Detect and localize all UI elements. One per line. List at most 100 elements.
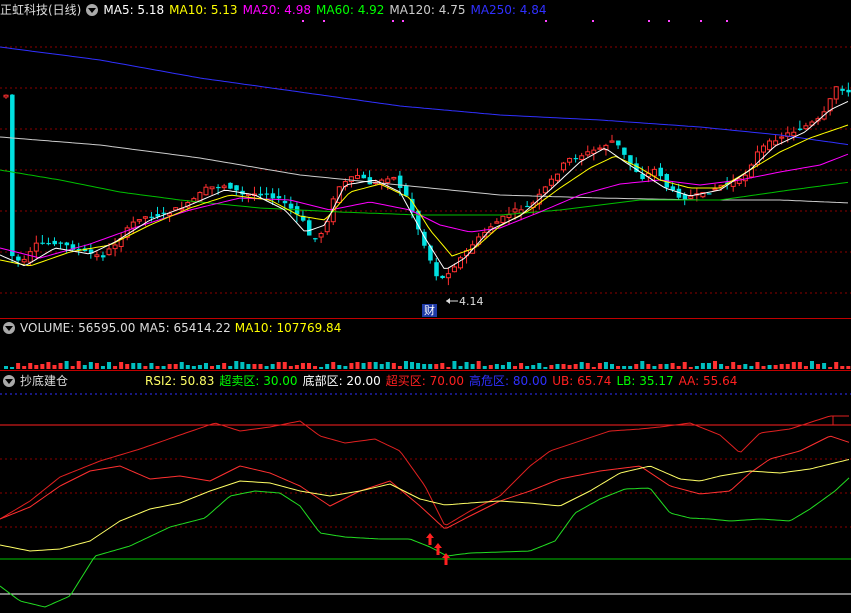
volume-bar-38: [234, 361, 239, 369]
volume-bar-99: [603, 362, 608, 369]
indicator-chart[interactable]: [0, 391, 851, 613]
volume-bar-120: [731, 362, 736, 369]
candle-body-50: [307, 220, 312, 236]
volume-bar-77: [470, 364, 475, 369]
indicator-legend-item-3: 超买区: 70.00: [385, 374, 464, 388]
volume-bar-55: [337, 365, 342, 369]
candle-body-35: [216, 186, 221, 189]
panel-separator: [0, 370, 851, 371]
volume-bar-111: [676, 366, 681, 369]
volume-bar-41: [252, 364, 257, 369]
volume-bar-48: [294, 365, 299, 369]
signal-mark-3: [402, 20, 404, 22]
candle-body-125: [761, 145, 766, 153]
volume-bar-31: [191, 366, 196, 369]
candle-body-21: [130, 221, 136, 229]
main-header: 正虹科技(日线) MA5: 5.18 MA10: 5.13 MA20: 4.98 MA6…: [0, 1, 851, 19]
candle-body-84: [512, 208, 518, 213]
ma-legend-item-5: MA250: 4.84: [470, 3, 547, 17]
event-badge[interactable]: 财: [422, 304, 437, 317]
volume-bar-72: [440, 363, 445, 369]
candles: [3, 82, 851, 286]
volume-bar-22: [137, 363, 142, 369]
volume-bar-106: [646, 364, 651, 369]
ma60-line: [0, 169, 849, 216]
volume-bar-103: [628, 366, 633, 369]
volume-bar-56: [343, 366, 348, 369]
candle-body-85: [518, 209, 524, 214]
indicator-legend-item-6: LB: 35.17: [616, 374, 674, 388]
volume-bar-88: [537, 363, 542, 369]
volume-bar-42: [258, 364, 263, 369]
candle-body-44: [270, 193, 276, 199]
candle-body-2: [16, 256, 21, 261]
volume-bar-35: [216, 365, 221, 369]
volume-bar-62: [379, 364, 384, 369]
volume-bar-1: [10, 367, 15, 369]
volume-bar-65: [397, 366, 402, 369]
volume-bar-8: [52, 365, 57, 369]
volume-bar-80: [488, 365, 493, 369]
volume-bar-134: [816, 364, 821, 369]
volume-bar-32: [197, 365, 202, 369]
volume-chart[interactable]: [0, 338, 851, 370]
candle-body-128: [779, 136, 785, 139]
volume-bar-15: [94, 363, 99, 369]
candle-body-139: [846, 89, 851, 93]
volume-bar-5: [34, 365, 39, 369]
volume-bar-14: [88, 362, 93, 369]
buy-signal-arrow-0: [426, 533, 434, 545]
volume-bar-102: [622, 366, 627, 369]
volume-bar-36: [222, 363, 227, 369]
settings-dropdown-icon[interactable]: [86, 4, 99, 16]
volume-bar-57: [349, 363, 354, 369]
volume-bar-46: [282, 362, 287, 369]
volume-bar-17: [107, 362, 112, 369]
candle-body-51: [313, 238, 318, 240]
indicator-legend-item-4: 高危区: 80.00: [469, 374, 548, 388]
volume-bar-87: [531, 365, 536, 369]
signal-mark-1: [323, 20, 325, 22]
candle-body-72: [440, 275, 445, 278]
volume-bar-52: [319, 367, 324, 369]
ma-legend-item-0: MA5: 5.18: [103, 3, 165, 17]
volume-bar-115: [700, 363, 705, 369]
candle-body-38: [234, 185, 239, 191]
volume-header: VOLUME: 56595.00 MA5: 65414.22 MA10: 10776…: [0, 319, 851, 337]
indicator-dropdown-icon[interactable]: [3, 375, 15, 387]
candle-body-5: [33, 242, 39, 252]
candle-body-59: [361, 174, 367, 179]
volume-bar-94: [573, 364, 578, 369]
volume-bar-127: [773, 365, 778, 369]
candle-body-86: [525, 205, 530, 208]
volume-bar-12: [76, 361, 81, 369]
candle-body-127: [773, 140, 779, 146]
volume-bar-89: [543, 367, 548, 369]
volume-bar-27: [167, 364, 172, 369]
indicator-header: 抄底建仓 RSI2: 50.83 超卖区: 30.00 底部区: 20.00 超买区: …: [0, 372, 851, 390]
candle-body-47: [288, 203, 294, 209]
candle-body-45: [276, 196, 282, 199]
volume-bar-122: [743, 364, 748, 369]
volume-bar-23: [143, 366, 148, 369]
volume-dropdown-icon[interactable]: [3, 322, 15, 334]
signal-mark-0: [302, 20, 304, 22]
candle-body-4: [27, 251, 33, 263]
volume-bar-69: [422, 364, 427, 369]
indicator-name: 抄底建仓: [20, 374, 69, 388]
candle-body-138: [840, 88, 845, 91]
indicator-legend-item-7: AA: 55.64: [678, 374, 738, 388]
volume-bar-126: [767, 365, 772, 369]
lb-line: [0, 477, 850, 608]
candle-body-122: [742, 174, 748, 182]
candle-body-92: [561, 162, 567, 171]
volume-bar-21: [131, 363, 136, 369]
volume-bar-68: [416, 363, 421, 369]
price-chart[interactable]: 4.14: [0, 20, 851, 320]
candle-body-34: [209, 186, 215, 190]
volume-bar-44: [270, 364, 275, 369]
candle-body-43: [264, 193, 270, 195]
volume-bar-137: [834, 362, 839, 369]
volume-bar-28: [173, 364, 178, 369]
volume-bar-67: [410, 362, 415, 369]
